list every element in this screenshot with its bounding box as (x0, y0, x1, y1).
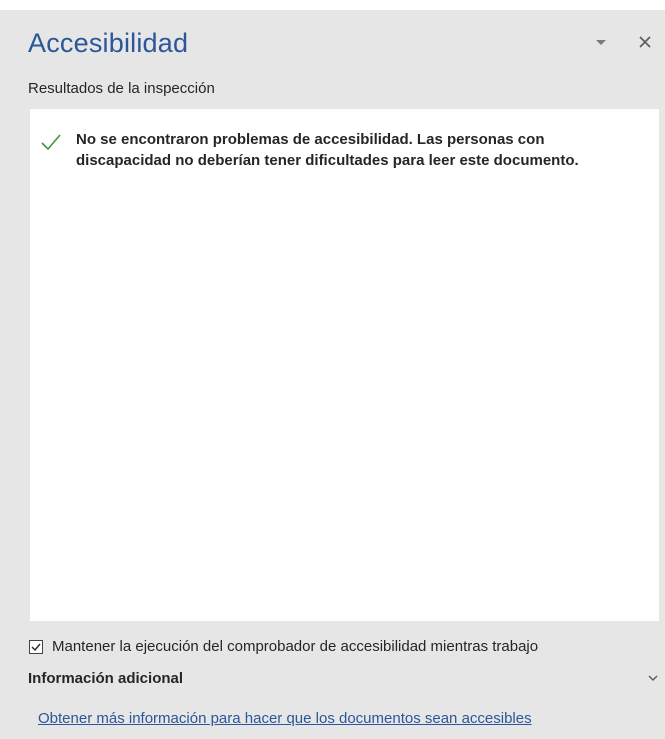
additional-info-toggle[interactable]: Información adicional (28, 668, 658, 688)
additional-info-label: Información adicional (28, 669, 184, 687)
inspection-results-heading: Resultados de la inspección (28, 80, 215, 97)
keep-running-label: Mantener la ejecución del comprobador de… (52, 638, 539, 655)
result-item: No se encontraron problemas de accesibil… (40, 129, 640, 171)
pane-title: Accesibilidad (28, 28, 189, 58)
top-edge (0, 0, 665, 10)
close-button[interactable] (632, 29, 658, 55)
results-panel: No se encontraron problemas de accesibil… (30, 109, 659, 621)
checkmark-icon (41, 134, 61, 151)
chevron-down-icon (596, 39, 606, 45)
learn-more-link[interactable]: Obtener más información para hacer que l… (38, 710, 532, 727)
chevron-down-icon (648, 675, 658, 681)
result-message: No se encontraron problemas de accesibil… (76, 131, 579, 169)
checkbox-checked-icon (31, 643, 41, 651)
keep-running-option[interactable]: Mantener la ejecución del comprobador de… (29, 638, 538, 655)
pane-options-button[interactable] (589, 32, 613, 52)
close-icon (639, 36, 651, 48)
keep-running-checkbox[interactable] (29, 639, 43, 654)
